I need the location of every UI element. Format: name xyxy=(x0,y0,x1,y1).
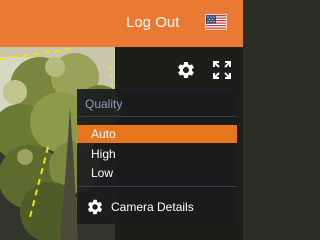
camera-details-label: Camera Details xyxy=(111,200,194,214)
menu-header-quality: Quality xyxy=(85,97,123,111)
quality-option-low[interactable]: Low xyxy=(77,164,237,182)
quality-settings-menu: Quality Auto High Low Camera Details xyxy=(77,89,237,224)
fullscreen-icon[interactable] xyxy=(212,60,232,80)
menu-divider xyxy=(77,116,237,117)
quality-option-auto[interactable]: Auto xyxy=(77,125,237,143)
logout-link[interactable]: Log Out xyxy=(126,14,179,32)
settings-gear-icon[interactable] xyxy=(176,60,196,80)
quality-option-high[interactable]: High xyxy=(77,145,237,163)
top-bar: Log Out xyxy=(0,0,243,47)
camera-details-button[interactable]: Camera Details xyxy=(77,195,237,219)
gear-icon xyxy=(86,198,104,216)
menu-divider xyxy=(77,186,237,187)
us-flag-icon[interactable] xyxy=(205,14,227,30)
